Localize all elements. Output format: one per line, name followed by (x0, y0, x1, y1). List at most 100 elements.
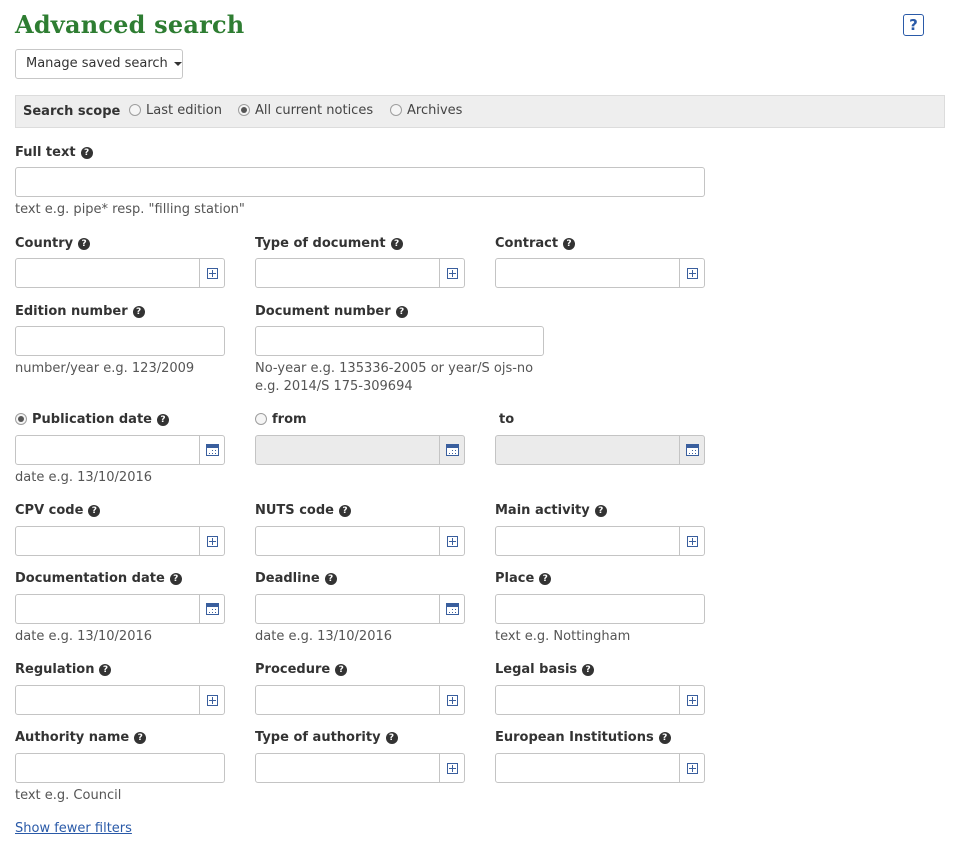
to-date-input[interactable] (495, 435, 705, 465)
edition-number-input[interactable] (15, 326, 225, 356)
radio-icon[interactable] (129, 103, 141, 116)
scope-option-last-edition[interactable]: Last edition (129, 103, 222, 118)
plus-icon (686, 535, 698, 547)
from-date-calendar-button[interactable] (439, 436, 464, 464)
documentation-date-input[interactable] (15, 594, 225, 624)
main-activity-label: Main activity? (495, 503, 607, 518)
calendar-icon (205, 603, 219, 615)
edition-number-label: Edition number? (15, 304, 145, 319)
deadline-label: Deadline? (255, 571, 337, 586)
contract-add-button[interactable] (679, 259, 704, 287)
help-icon[interactable]: ? (594, 505, 607, 517)
authority-name-input[interactable] (15, 753, 225, 783)
regulation-add-button[interactable] (199, 686, 224, 714)
regulation-label: Regulation? (15, 662, 112, 677)
calendar-icon (445, 444, 459, 456)
deadline-input[interactable] (255, 594, 465, 624)
country-label: Country? (15, 236, 91, 251)
documentation-date-label: Documentation date? (15, 571, 182, 586)
contract-input[interactable] (495, 258, 705, 288)
document-number-label: Document number? (255, 304, 408, 319)
radio-checked-icon[interactable] (238, 103, 250, 116)
help-icon[interactable]: ? (563, 238, 576, 250)
publication-date-calendar-button[interactable] (199, 436, 224, 464)
cpv-code-input[interactable] (15, 526, 225, 556)
deadline-calendar-button[interactable] (439, 595, 464, 623)
type-of-authority-add-button[interactable] (439, 754, 464, 782)
plus-icon (206, 535, 218, 547)
type-of-document-add-button[interactable] (439, 259, 464, 287)
full-text-label: Full text? (15, 145, 93, 160)
procedure-add-button[interactable] (439, 686, 464, 714)
help-icon[interactable]: ? (390, 238, 403, 250)
plus-icon (446, 762, 458, 774)
caret-down-icon (173, 61, 182, 66)
regulation-input[interactable] (15, 685, 225, 715)
contract-label: Contract? (495, 236, 576, 251)
legal-basis-add-button[interactable] (679, 686, 704, 714)
help-button[interactable]: ? (903, 14, 924, 36)
radio-icon[interactable] (390, 103, 402, 116)
help-icon[interactable]: ? (539, 573, 552, 585)
calendar-icon (685, 444, 699, 456)
radio-checked-icon[interactable] (15, 412, 27, 425)
to-date-calendar-button[interactable] (679, 436, 704, 464)
show-fewer-filters-link[interactable]: Show fewer filters (15, 821, 132, 836)
main-activity-add-button[interactable] (679, 527, 704, 555)
authority-name-label: Authority name? (15, 730, 147, 745)
type-of-authority-label: Type of authority? (255, 730, 398, 745)
deadline-hint: date e.g. 13/10/2016 (255, 629, 393, 644)
european-institutions-label: European Institutions? (495, 730, 671, 745)
cpv-code-label: CPV code? (15, 503, 101, 518)
help-icon[interactable]: ? (338, 505, 351, 517)
type-of-document-input[interactable] (255, 258, 465, 288)
help-icon[interactable]: ? (156, 414, 169, 426)
manage-saved-search-button[interactable]: Manage saved search (15, 49, 183, 79)
document-number-hint-line2: e.g. 2014/S 175-309694 (255, 379, 413, 394)
plus-icon (446, 694, 458, 706)
plus-icon (686, 762, 698, 774)
help-icon[interactable]: ? (169, 573, 182, 585)
place-input[interactable] (495, 594, 705, 624)
document-number-input[interactable] (255, 326, 544, 356)
cpv-code-add-button[interactable] (199, 527, 224, 555)
publication-date-input[interactable] (15, 435, 225, 465)
page-title: Advanced search (15, 10, 245, 39)
edition-number-hint: number/year e.g. 123/2009 (15, 361, 195, 376)
european-institutions-add-button[interactable] (679, 754, 704, 782)
type-of-authority-input[interactable] (255, 753, 465, 783)
help-icon[interactable]: ? (99, 664, 112, 676)
nuts-code-label: NUTS code? (255, 503, 351, 518)
legal-basis-input[interactable] (495, 685, 705, 715)
procedure-input[interactable] (255, 685, 465, 715)
full-text-input[interactable] (15, 167, 705, 197)
place-hint: text e.g. Nottingham (495, 629, 631, 644)
help-icon[interactable]: ? (132, 306, 145, 318)
calendar-icon (205, 444, 219, 456)
country-add-button[interactable] (199, 259, 224, 287)
european-institutions-input[interactable] (495, 753, 705, 783)
from-date-input[interactable] (255, 435, 465, 465)
scope-option-all-current-notices[interactable]: All current notices (238, 103, 373, 118)
help-icon[interactable]: ? (134, 732, 147, 744)
help-icon[interactable]: ? (582, 664, 595, 676)
help-icon[interactable]: ? (78, 238, 91, 250)
help-icon[interactable]: ? (658, 732, 671, 744)
to-label: to (499, 412, 515, 427)
help-icon[interactable]: ? (385, 732, 398, 744)
country-input[interactable] (15, 258, 225, 288)
documentation-date-calendar-button[interactable] (199, 595, 224, 623)
nuts-code-input[interactable] (255, 526, 465, 556)
radio-icon[interactable] (255, 412, 267, 425)
scope-option-archives[interactable]: Archives (390, 103, 462, 118)
calendar-icon (445, 603, 459, 615)
help-icon[interactable]: ? (324, 573, 337, 585)
help-icon[interactable]: ? (88, 505, 101, 517)
help-icon[interactable]: ? (80, 147, 93, 159)
plus-icon (206, 267, 218, 279)
help-icon[interactable]: ? (395, 306, 408, 318)
main-activity-input[interactable] (495, 526, 705, 556)
nuts-code-add-button[interactable] (439, 527, 464, 555)
help-icon[interactable]: ? (335, 664, 348, 676)
plus-icon (686, 267, 698, 279)
